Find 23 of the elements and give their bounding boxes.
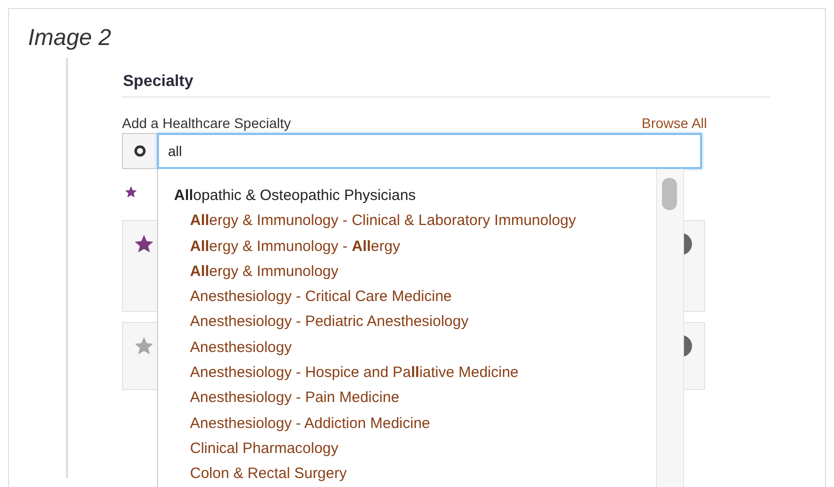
suggestion-item[interactable]: Allergy & Immunology	[190, 258, 338, 284]
suggestion-item[interactable]: Anesthesiology - Addiction Medicine	[190, 410, 430, 436]
scroll-thumb[interactable]	[662, 178, 677, 210]
star-icon[interactable]	[133, 233, 155, 255]
suggestion-item[interactable]: Anesthesiology - Hospice and Palliative Medicine	[190, 360, 519, 386]
browse-all-link[interactable]: Browse All	[642, 115, 707, 131]
suggestion-item[interactable]: Clinical Pharmacology	[190, 436, 338, 462]
star-icon	[124, 185, 138, 199]
suggestion-item[interactable]: Anesthesiology - Critical Care Medicine	[190, 284, 452, 310]
section-title: Specialty	[122, 58, 770, 98]
suggestion-group[interactable]: Allopathic & Osteopathic Physicians	[174, 183, 416, 208]
suggestion-item[interactable]: Allergy & Immunology - Allergy	[190, 234, 400, 259]
suggestion-item[interactable]: Allergy & Immunology - Clinical & Laboratory Immunology	[190, 208, 576, 234]
circle-icon	[134, 145, 146, 157]
scrollbar[interactable]	[656, 169, 684, 487]
image-caption: Image 2	[27, 23, 112, 51]
suggestion-item[interactable]: Colon & Rectal Surgery	[190, 461, 347, 487]
suggestion-item[interactable]: Anesthesiology - Pediatric Anesthesiology	[190, 309, 468, 335]
star-icon[interactable]	[133, 335, 155, 357]
field-label: Add a Healthcare Specialty	[122, 115, 291, 131]
search-field[interactable]: all	[157, 133, 702, 169]
suggestion-item[interactable]: Anesthesiology	[190, 334, 292, 360]
suggestion-item[interactable]: Anesthesiology - Pain Medicine	[190, 385, 400, 411]
